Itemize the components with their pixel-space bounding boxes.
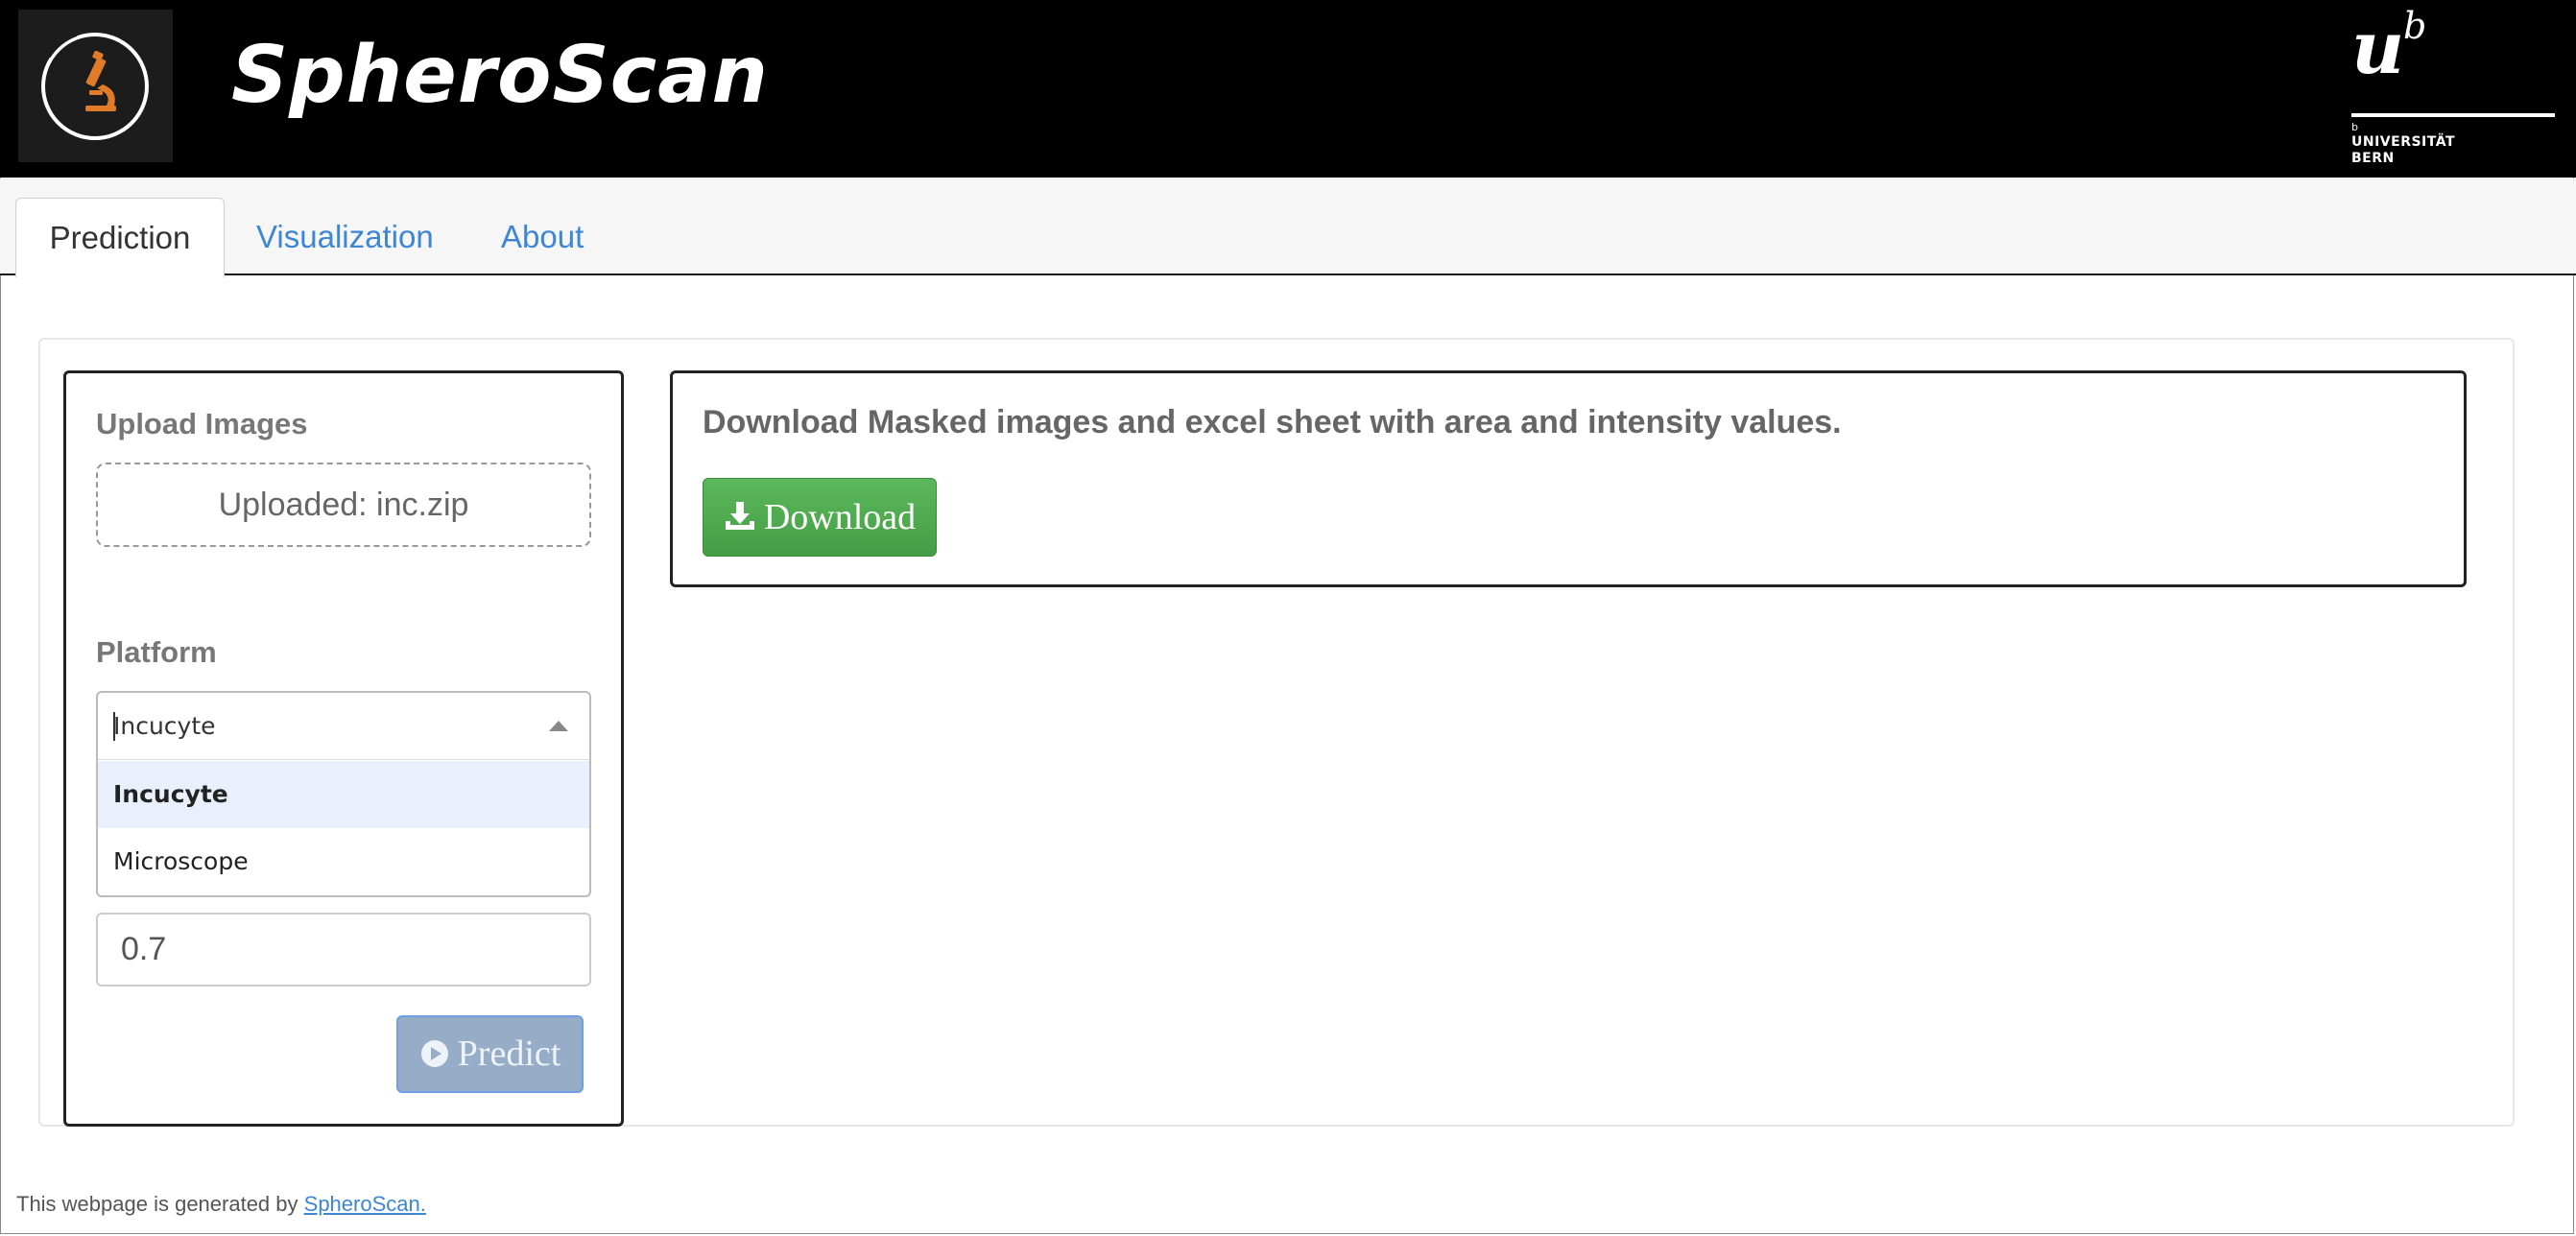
- university-name-line1: UNIVERSITÄT: [2351, 134, 2456, 150]
- university-logo-small-b: b: [2351, 121, 2358, 133]
- university-name: UNIVERSITÄT BERN: [2351, 134, 2455, 167]
- upload-label: Upload Images: [96, 407, 308, 440]
- download-panel: [670, 370, 2467, 587]
- platform-selected-value: Incucyte: [113, 712, 216, 740]
- university-name-line2: BERN: [2351, 151, 2395, 166]
- app-header: SpheroScan u b b UNIVERSITÄT BERN: [0, 0, 2576, 178]
- threshold-input[interactable]: 0.7: [96, 913, 591, 986]
- platform-option-incucyte[interactable]: Incucyte: [98, 761, 589, 828]
- university-logo-b: b: [2403, 5, 2427, 47]
- microscope-icon: [41, 29, 149, 140]
- footer-text: This webpage is generated by: [16, 1192, 304, 1216]
- predict-button[interactable]: Predict: [396, 1015, 584, 1093]
- text-caret: [113, 712, 115, 741]
- footer: This webpage is generated by SpheroScan.: [16, 1192, 426, 1217]
- tab-bar: Prediction Visualization About: [0, 178, 2576, 277]
- download-panel-title: Download Masked images and excel sheet w…: [703, 404, 1842, 440]
- download-icon: [725, 502, 754, 531]
- app-logo: [18, 10, 173, 162]
- footer-link[interactable]: SpheroScan.: [304, 1192, 426, 1216]
- download-button[interactable]: Download: [703, 478, 937, 557]
- chevron-up-icon[interactable]: [549, 721, 568, 731]
- university-logo-u: u: [2351, 5, 2405, 90]
- tab-about[interactable]: About: [501, 198, 584, 275]
- platform-label: Platform: [96, 635, 217, 669]
- university-logo: u b b UNIVERSITÄT BERN: [2351, 8, 2558, 169]
- play-circle-icon: [420, 1040, 448, 1068]
- platform-option-microscope[interactable]: Microscope: [98, 828, 589, 895]
- platform-select-input[interactable]: Incucyte: [98, 693, 589, 760]
- tab-visualization[interactable]: Visualization: [256, 198, 434, 275]
- tab-prediction[interactable]: Prediction: [15, 198, 225, 277]
- platform-select[interactable]: Incucyte Incucyte Microscope: [96, 691, 591, 897]
- file-upload-dropzone[interactable]: Uploaded: inc.zip: [96, 463, 591, 547]
- predict-button-label: Predict: [457, 1034, 561, 1074]
- university-logo-line: [2351, 113, 2555, 117]
- app-title: SpheroScan: [231, 30, 769, 121]
- download-button-label: Download: [763, 497, 917, 537]
